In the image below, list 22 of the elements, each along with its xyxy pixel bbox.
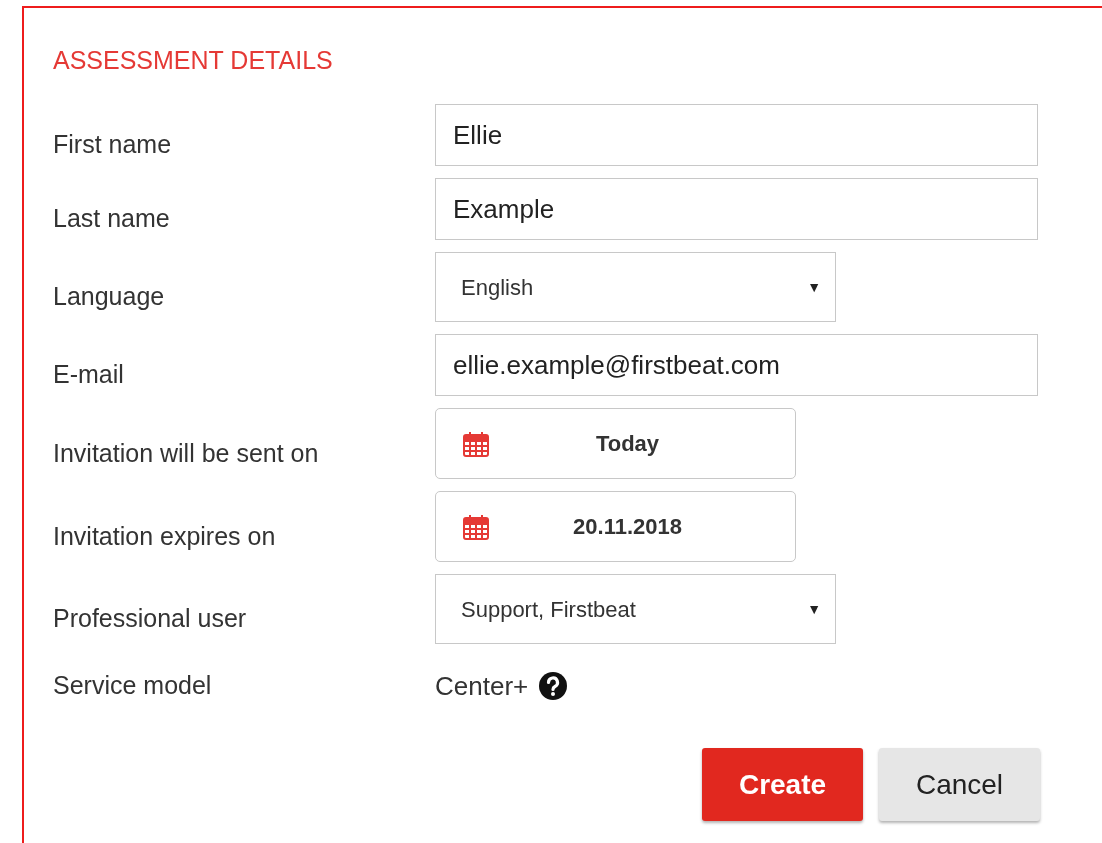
section-title: ASSESSMENT DETAILS	[53, 45, 334, 76]
field-label: E-mail	[53, 359, 125, 391]
field-label: First name	[53, 129, 173, 161]
date-field[interactable]: 20.11.2018	[435, 491, 796, 562]
calendar-icon	[462, 429, 490, 458]
date-field[interactable]: Today	[435, 408, 796, 479]
service-model-value: Center+	[435, 669, 529, 703]
text-field[interactable]: Ellie	[435, 104, 1038, 166]
help-icon[interactable]	[538, 671, 569, 701]
field-label: Invitation expires on	[53, 520, 277, 552]
field-label: Invitation will be sent on	[53, 437, 320, 469]
select-field[interactable]: Support, Firstbeat ▼	[435, 574, 836, 644]
calendar-icon	[462, 512, 490, 541]
text-field[interactable]: Example	[435, 178, 1038, 240]
field-label: Language	[53, 281, 166, 313]
create-button[interactable]: Create	[702, 748, 863, 821]
select-field[interactable]: English ▼	[435, 252, 836, 322]
field-label: Professional user	[53, 603, 248, 635]
cancel-button[interactable]: Cancel	[879, 748, 1040, 821]
field-label: Last name	[53, 203, 171, 235]
field-label: Service model	[53, 670, 213, 702]
text-field[interactable]: ellie.example@firstbeat.com	[435, 334, 1038, 396]
